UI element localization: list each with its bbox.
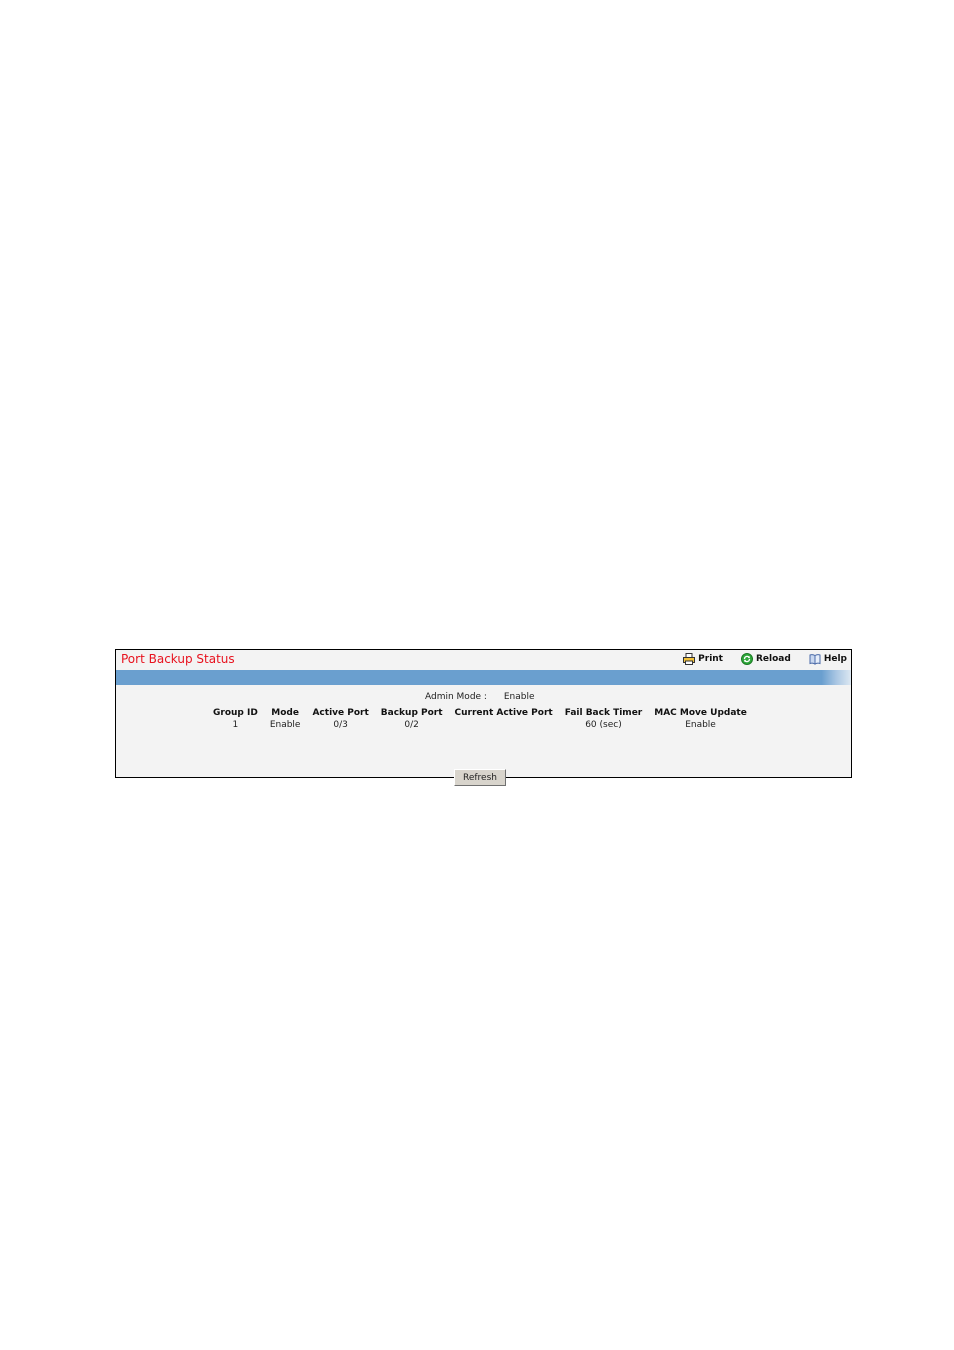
toolbar: Print Reload Help <box>665 653 847 665</box>
help-button[interactable]: Help <box>809 653 847 665</box>
port-backup-table: Group ID Mode Active Port Backup Port Cu… <box>207 707 753 731</box>
column-header-group-id: Group ID <box>213 708 258 718</box>
page-title: Port Backup Status <box>121 652 235 666</box>
help-book-icon <box>809 653 821 665</box>
help-label: Help <box>823 654 847 664</box>
cell-current-active-port <box>449 719 559 731</box>
column-header-fail-back-timer: Fail Back Timer <box>564 708 643 718</box>
cell-mode: Enable <box>269 720 301 730</box>
print-button[interactable]: Print <box>683 653 723 665</box>
admin-mode-label: Admin Mode : <box>425 692 487 702</box>
table-header-row: Group ID Mode Active Port Backup Port Cu… <box>207 707 753 719</box>
reload-button[interactable]: Reload <box>741 653 791 665</box>
reload-label: Reload <box>756 654 791 664</box>
column-header-backup-port: Backup Port <box>380 708 443 718</box>
cell-backup-port: 0/2 <box>404 720 419 730</box>
port-backup-status-panel: Port Backup Status Print Reload Help Adm… <box>115 649 852 786</box>
admin-mode-row: Admin Mode : Enable <box>425 692 535 702</box>
cell-group-id: 1 <box>232 720 239 730</box>
column-header-mode: Mode <box>271 708 299 718</box>
column-header-current-active-port: Current Active Port <box>454 708 553 718</box>
column-header-active-port: Active Port <box>312 708 369 718</box>
refresh-button[interactable]: Refresh <box>454 769 506 786</box>
cell-active-port: 0/3 <box>333 720 348 730</box>
header-bar <box>116 670 851 685</box>
reload-icon <box>741 653 753 665</box>
print-label: Print <box>698 654 723 664</box>
cell-fail-back-timer: 60 (sec) <box>585 720 622 730</box>
title-bar: Port Backup Status Print Reload Help <box>116 650 851 670</box>
printer-icon <box>683 653 696 665</box>
cell-mac-move-update: Enable <box>685 720 716 730</box>
table-row: 1 Enable 0/3 0/2 60 (sec) Enable <box>207 719 753 731</box>
column-header-mac-move-update: MAC Move Update <box>654 708 747 718</box>
admin-mode-value: Enable <box>503 692 535 702</box>
